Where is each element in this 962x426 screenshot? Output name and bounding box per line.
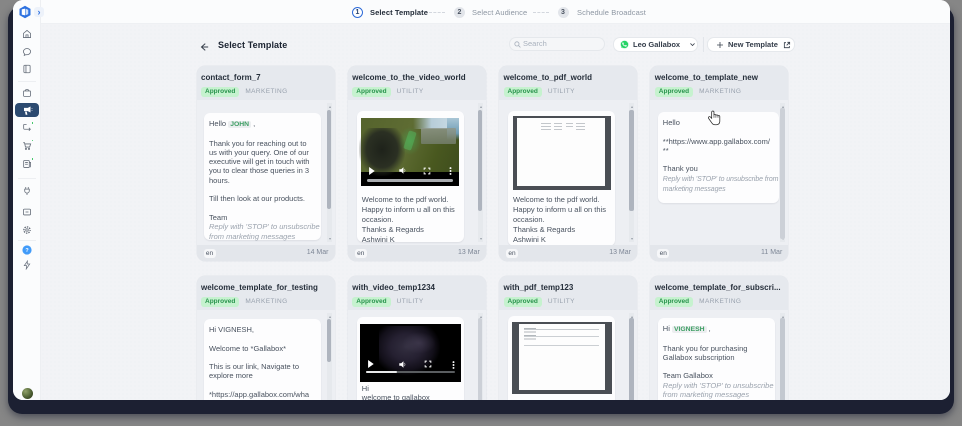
svg-text:?: ? [25, 247, 28, 253]
